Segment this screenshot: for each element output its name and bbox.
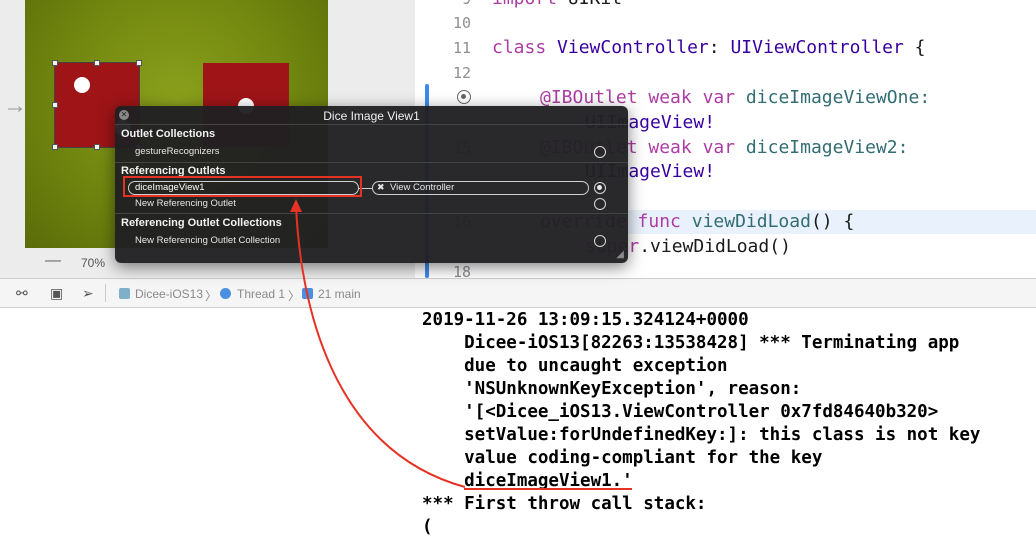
connection-circle-icon[interactable] [594,198,606,210]
breadcrumb-app[interactable]: Dicee-iOS13 [135,287,203,301]
code-line: class ViewController: UIViewController { [492,37,926,58]
console-line: due to uncaught exception [422,356,728,376]
connection-circle-icon[interactable] [594,146,606,158]
toolbar-divider [105,284,106,302]
remove-connection-icon[interactable]: ✖ [377,182,385,193]
divider [115,124,628,125]
thread-icon [220,288,231,299]
console-line: 2019-11-26 13:09:15.324124+0000 [422,310,749,330]
location-icon[interactable]: ➢ [82,285,94,302]
console-line: 'NSUnknownKeyException', reason: [422,379,802,399]
gesture-recognizers-item: gestureRecognizers [135,146,220,157]
resize-grip-icon[interactable]: ◢ [616,249,624,260]
debug-bar: ⚯ ▣ ➢ Dicee-iOS13 〉 Thread 1 〉 21 main [0,278,1036,308]
console-line: '[<Dicee_iOS13.ViewController 0x7fd84640… [422,402,939,422]
resize-handle[interactable] [52,144,58,150]
console-line: Dicee-iOS13[82263:13538428] *** Terminat… [422,333,960,353]
zoom-level: 70% [81,256,106,270]
console-line: diceImageView1.' [422,471,633,491]
breakpoints-toggle-icon[interactable]: ⚯ [16,285,28,302]
app-icon [119,288,130,299]
console-line: value coding-compliant for the key [422,448,823,468]
annotation-highlight-box [123,176,362,197]
arrow-right-icon[interactable]: → [3,92,27,120]
dice-pip [74,77,90,93]
frame-icon [302,288,313,299]
breadcrumb-thread[interactable]: Thread 1 [237,287,285,301]
zoom-out-button[interactable]: — [45,252,61,270]
line-number: 12 [452,64,471,82]
view-controller-label: View Controller [390,182,455,193]
resize-handle[interactable] [94,144,100,150]
breadcrumb-separator: 〉 [205,289,218,303]
line-number: 10 [452,14,471,32]
console-line: ( [422,517,433,537]
resize-handle[interactable] [52,102,58,108]
section-referencing-outlet-collections: Referencing Outlet Collections [121,217,282,229]
breadcrumb-frame[interactable]: 21 main [318,287,361,301]
console-line: setValue:forUndefinedKey:]: this class i… [422,425,981,445]
ib-left-gutter: → [0,0,27,278]
line-number: 11 [452,39,471,57]
connected-circle-icon[interactable] [594,182,606,194]
divider [115,213,628,214]
resize-handle[interactable] [52,60,58,66]
connection-circle-icon[interactable] [594,235,606,247]
resize-handle[interactable] [94,60,100,66]
divider [115,162,628,163]
console-line: *** First throw call stack: [422,494,707,514]
new-referencing-outlet-item: New Referencing Outlet [135,198,236,209]
line-number: 9 [415,0,471,8]
new-referencing-outlet-collection-item: New Referencing Outlet Collection [135,235,281,246]
debug-console[interactable]: 2019-11-26 13:09:15.324124+0000 Dicee-iO… [0,308,1036,537]
view-debugger-icon[interactable]: ▣ [50,285,63,302]
code-line: import UIKit [492,0,622,9]
popup-title: Dice Image View1 [323,109,420,123]
section-outlet-collections: Outlet Collections [121,128,216,140]
resize-handle[interactable] [136,60,142,66]
code-line: @IBOutlet weak var diceImageViewOne: [540,87,931,108]
breadcrumb-separator: 〉 [288,289,301,303]
outlet-connection-dot-icon[interactable] [457,90,471,104]
